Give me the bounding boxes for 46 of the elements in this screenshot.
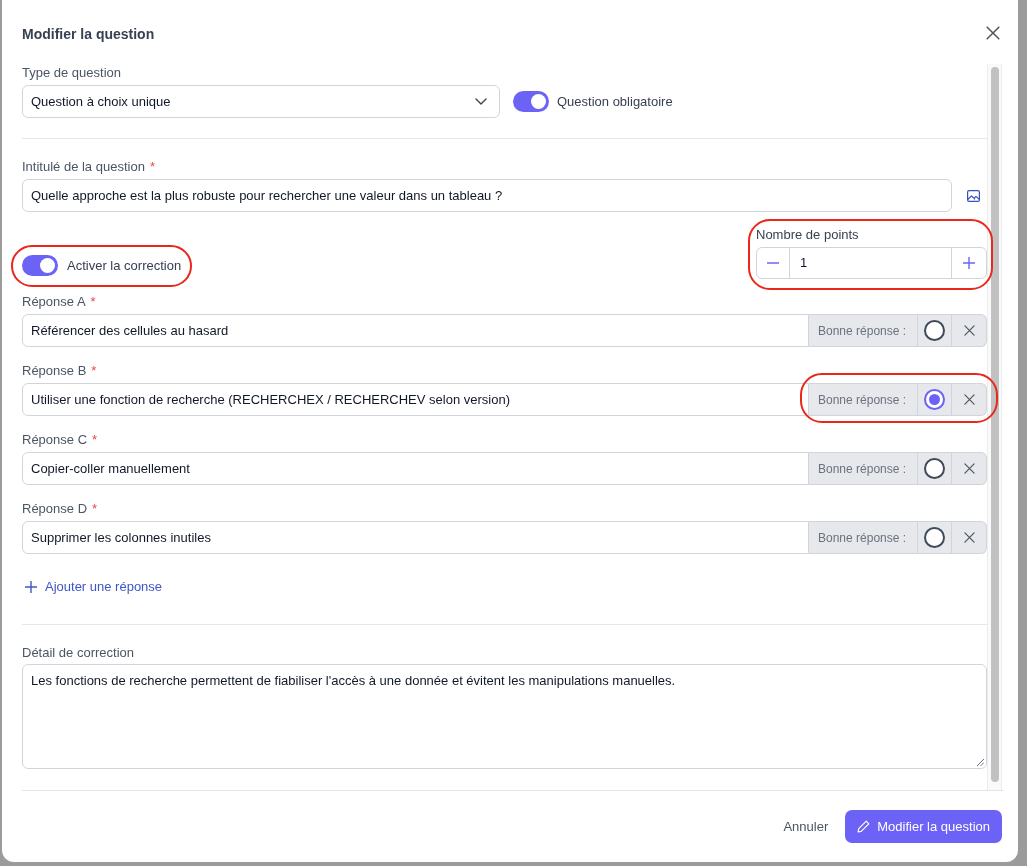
answer-input[interactable]: Supprimer les colonnes inutiles xyxy=(22,521,809,554)
x-icon xyxy=(963,325,975,336)
add-answer-button[interactable]: Ajouter une réponse xyxy=(25,577,163,597)
close-icon[interactable] xyxy=(986,26,1000,40)
toggle-switch[interactable] xyxy=(513,91,549,112)
answer-input[interactable]: Utiliser une fonction de recherche (RECHERCHEX / RECHERCHEV selon version) xyxy=(22,383,809,416)
toggle-label: Activer la correction xyxy=(67,256,182,275)
resize-grip-icon[interactable] xyxy=(976,758,984,766)
plus-icon xyxy=(963,257,975,269)
x-icon xyxy=(963,394,975,405)
field-label: Réponse A * xyxy=(22,293,96,311)
field-label: Intitulé de la question * xyxy=(22,158,155,176)
chevron-down-icon xyxy=(475,98,487,105)
scrollbar-track[interactable] xyxy=(987,64,1002,790)
x-icon xyxy=(963,463,975,474)
correct-answer-label: Bonne réponse : xyxy=(809,521,918,554)
cancel-button[interactable]: Annuler xyxy=(783,816,829,837)
question-type-select[interactable]: Question à choix unique xyxy=(22,85,500,118)
correct-answer-label: Bonne réponse : xyxy=(809,314,918,347)
correct-answer-label: Bonne réponse : xyxy=(809,452,918,485)
toggle-switch[interactable] xyxy=(22,255,58,276)
radio-button[interactable] xyxy=(924,389,945,410)
pencil-icon xyxy=(857,820,871,833)
field-label: Type de question xyxy=(22,64,122,82)
field-label: Réponse D * xyxy=(22,500,98,518)
radio-button[interactable] xyxy=(924,527,945,548)
x-icon xyxy=(963,532,975,543)
question-input[interactable]: Quelle approche est la plus robuste pour rechercher une valeur dans un tableau ? xyxy=(22,179,952,212)
minus-icon xyxy=(767,262,779,264)
field-label: Réponse C * xyxy=(22,431,98,449)
correct-answer-label: Bonne réponse : xyxy=(809,383,918,416)
scrollbar-thumb[interactable] xyxy=(990,67,999,782)
radio-button[interactable] xyxy=(924,320,945,341)
field-label: Réponse B * xyxy=(22,362,97,380)
field-label: Nombre de points xyxy=(756,226,860,244)
radio-button[interactable] xyxy=(924,458,945,479)
toggle-label: Question obligatoire xyxy=(557,92,673,111)
correction-detail-textarea[interactable]: Les fonctions de recherche permettent de fiabiliser l'accès à une donnée et évitent les manipulations manuelles. xyxy=(22,664,987,769)
points-input[interactable]: 1 xyxy=(790,248,951,278)
plus-icon xyxy=(25,581,37,593)
field-label: Détail de correction xyxy=(22,644,134,662)
answer-input[interactable]: Référencer des cellules au hasard xyxy=(22,314,809,347)
submit-button[interactable]: Modifier la question xyxy=(845,810,1002,843)
answer-input[interactable]: Copier-coller manuellement xyxy=(22,452,809,485)
dialog-title: Modifier la question xyxy=(22,25,155,44)
image-icon[interactable] xyxy=(967,189,980,202)
